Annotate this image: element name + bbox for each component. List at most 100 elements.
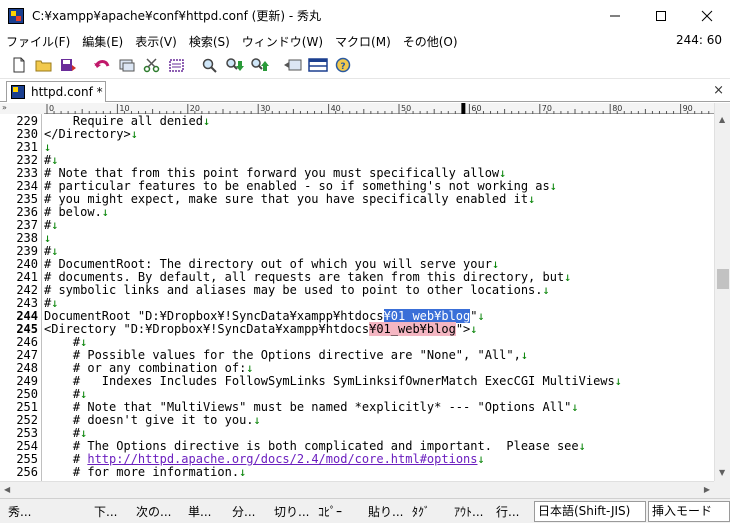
vertical-scroll-thumb[interactable] (717, 269, 729, 289)
find-prev-button[interactable] (247, 53, 272, 77)
code-text: # you might expect, make sure that you h… (44, 192, 529, 206)
code-text: "> (455, 322, 471, 336)
window-copy-icon (119, 59, 134, 71)
fkey-1[interactable]: 秀... (8, 503, 31, 521)
menu-macro[interactable]: マクロ(M) (329, 33, 397, 50)
tab-label: httpd.conf * (31, 85, 103, 99)
code-line[interactable]: # Indexes Includes FollowSymLinks SymLin… (44, 375, 622, 388)
scroll-left-arrow-icon[interactable]: ◀ (4, 485, 10, 494)
menu-file[interactable]: ファイル(F) (0, 33, 76, 50)
ruler-label: 40 (331, 104, 341, 113)
save-button[interactable] (56, 53, 81, 77)
clipboard-icon (168, 58, 184, 72)
ruler-label: 90 (683, 104, 693, 113)
code-text: # DocumentRoot: The directory out of whi… (44, 257, 492, 271)
fkey-4[interactable]: 単... (188, 503, 211, 521)
tab-bar: httpd.conf * × (0, 80, 730, 102)
newline-mark: ↓ (51, 296, 59, 310)
horizontal-scrollbar[interactable]: ◀ ▶ (0, 481, 714, 498)
editor-area[interactable]: 229 230 231 232 233 234 235 236 237 238 239 240 241 2… (0, 114, 714, 481)
undo-button[interactable] (89, 53, 114, 77)
newline-mark: ↓ (253, 413, 261, 427)
find-button[interactable] (197, 53, 222, 77)
minimize-icon (610, 15, 620, 16)
find-down-icon (225, 57, 244, 71)
close-icon (701, 10, 713, 21)
fkey-5[interactable]: 分... (232, 503, 255, 521)
newline-mark: ↓ (80, 335, 88, 349)
code-text: # or any combination of: (44, 361, 247, 375)
fkey-7[interactable]: ｺﾋﾟｰ (318, 503, 342, 521)
newline-mark: ↓ (44, 140, 52, 154)
code-text: # symbolic links and aliases may be used… (44, 283, 543, 297)
function-key-bar: 秀... 下... 次の... 単... 分... 切り... ｺﾋﾟｰ 貼り.… (0, 498, 730, 523)
rectangle-select-button[interactable] (114, 53, 139, 77)
ruler-cursor-marker (461, 103, 466, 114)
ruler-label: 70 (542, 104, 552, 113)
insert-mode-status[interactable]: 挿入モード (648, 501, 730, 522)
help-button[interactable]: ? (330, 53, 355, 77)
split-window-button[interactable] (305, 53, 330, 77)
tab-close-button[interactable]: × (713, 83, 724, 98)
paste-button[interactable] (164, 53, 189, 77)
find-highlight: ¥01_web¥blog (369, 322, 456, 336)
code-text: DocumentRoot "D:¥Dropbox¥!SyncData¥xampp… (44, 309, 384, 323)
scissors-icon (143, 57, 159, 72)
maximize-icon (656, 10, 666, 21)
new-file-button[interactable] (6, 53, 31, 77)
fkey-9[interactable]: ﾀｸﾞ (412, 503, 430, 521)
undo-icon (93, 59, 109, 68)
menu-view[interactable]: 表示(V) (129, 33, 183, 50)
fkey-11[interactable]: 行... (496, 503, 519, 521)
code-text: # documents. By default, all requests ar… (44, 270, 565, 284)
code-text: # (44, 335, 81, 349)
menu-search[interactable]: 検索(S) (183, 33, 236, 50)
minimize-button[interactable] (592, 0, 638, 31)
newline-mark: ↓ (51, 244, 59, 258)
menu-edit[interactable]: 編集(E) (76, 33, 129, 50)
fkey-10[interactable]: ｱｳﾄ... (454, 503, 483, 521)
menu-other[interactable]: その他(O) (397, 33, 464, 50)
fkey-3[interactable]: 次の... (136, 503, 171, 521)
hidemaru-file-icon (11, 85, 25, 99)
url-link[interactable]: http://httpd.apache.org/docs/2.4/mod/cor… (87, 452, 477, 466)
ruler-label: 60 (471, 104, 481, 113)
ruler-label: 10 (119, 104, 129, 113)
maximize-button[interactable] (638, 0, 684, 31)
encoding-status[interactable]: 日本語(Shift-JIS) (534, 501, 646, 522)
close-button[interactable] (684, 0, 730, 31)
cursor-position: 244: 60 (675, 33, 722, 47)
line-number: 256 (16, 465, 38, 479)
fkey-2[interactable]: 下... (94, 503, 117, 521)
scroll-down-arrow-icon[interactable]: ▼ (719, 468, 725, 477)
code-line[interactable]: </Directory>↓ (44, 128, 138, 141)
cut-button[interactable] (139, 53, 164, 77)
code-text: # Note that "MultiViews" must be named *… (44, 400, 572, 414)
line-number-gutter: 229 230 231 232 233 234 235 236 237 238 239 240 241 2… (0, 114, 40, 481)
column-ruler: » 0 10 20 30 40 50 60 70 80 90 (0, 103, 714, 114)
newline-mark: ↓ (477, 309, 485, 323)
find-next-button[interactable] (222, 53, 247, 77)
tag-jump-button[interactable] (280, 53, 305, 77)
open-file-button[interactable] (31, 53, 56, 77)
hidemaru-app-icon[interactable] (8, 7, 24, 24)
code-text: # below. (44, 205, 102, 219)
code-text: # for more information. (44, 465, 240, 479)
code-line[interactable]: <Directory "D:¥Dropbox¥!SyncData¥xampp¥h… (44, 322, 478, 336)
scroll-right-arrow-icon[interactable]: ▶ (704, 485, 710, 494)
find-up-icon (250, 57, 269, 71)
new-file-icon (13, 57, 24, 72)
code-line[interactable]: # for more information.↓ (44, 466, 246, 479)
tab-httpd-conf[interactable]: httpd.conf * (6, 81, 106, 102)
newline-mark: ↓ (578, 439, 586, 453)
code-line[interactable]: # symbolic links and aliases may be used… (44, 284, 550, 297)
fkey-6[interactable]: 切り... (274, 503, 309, 521)
fkey-8[interactable]: 貼り... (368, 503, 403, 521)
code-text: " (470, 309, 478, 323)
scroll-up-arrow-icon[interactable]: ▲ (719, 115, 725, 124)
newline-mark: ↓ (499, 166, 507, 180)
code-text: Require all denied (44, 114, 203, 128)
code-line[interactable]: # you might expect, make sure that you h… (44, 193, 535, 206)
menu-window[interactable]: ウィンドウ(W) (236, 33, 329, 50)
vertical-scrollbar[interactable]: ▲ ▼ (714, 103, 730, 481)
